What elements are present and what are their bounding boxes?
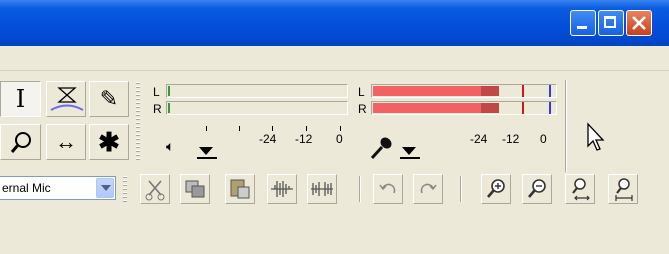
selection-tool-button[interactable]: I — [0, 81, 41, 117]
recording-tick-zero: 0 — [540, 132, 547, 146]
envelope-tool-button[interactable] — [46, 81, 86, 117]
menu-bar — [0, 46, 669, 71]
zoom-in-button[interactable] — [481, 174, 511, 204]
redo-icon — [420, 183, 437, 194]
zoom-out-icon — [528, 179, 546, 198]
playback-tick-minus12: -12 — [295, 132, 313, 146]
playback-right-label: R — [153, 102, 162, 116]
timeshift-tool-button[interactable]: ↔ — [46, 124, 86, 160]
playback-left-meter — [166, 84, 348, 98]
copy-button[interactable] — [180, 174, 210, 204]
zoom-tool-button[interactable] — [0, 124, 41, 160]
zoom-in-icon — [487, 179, 505, 198]
toolbar-divider — [565, 80, 566, 172]
recording-left-meter — [371, 84, 557, 98]
recording-right-label: R — [358, 102, 367, 116]
pencil-icon: ✎ — [99, 86, 119, 111]
double-arrow-icon: ↔ — [55, 129, 77, 154]
edit-divider-1 — [359, 176, 360, 202]
close-button[interactable] — [626, 10, 652, 36]
minimize-icon — [577, 26, 587, 29]
chevron-down-icon — [402, 147, 416, 155]
microphone-icon — [370, 137, 392, 160]
paste-button[interactable] — [225, 174, 255, 204]
close-icon — [632, 16, 646, 30]
multi-tool-button[interactable]: ✱ — [89, 124, 129, 160]
input-source-dropdown-button[interactable] — [96, 178, 114, 198]
fit-selection-button[interactable] — [565, 174, 595, 204]
chevron-down-icon — [101, 185, 111, 191]
redo-button[interactable] — [413, 174, 443, 204]
undo-button[interactable] — [373, 174, 403, 204]
ibeam-icon: I — [15, 85, 26, 113]
edit-toolbar-grip[interactable] — [123, 176, 127, 202]
zoom-out-button[interactable] — [522, 174, 552, 204]
cut-button[interactable] — [140, 174, 170, 204]
maximize-button[interactable] — [598, 10, 624, 36]
envelope-icon — [50, 87, 84, 111]
silence-icon — [311, 182, 333, 196]
fit-project-button[interactable] — [608, 174, 638, 204]
asterisk-icon: ✱ — [98, 126, 120, 157]
edit-divider-2 — [460, 176, 461, 202]
playback-left-label: L — [153, 85, 160, 99]
recording-tick-minus12: -12 — [502, 132, 520, 146]
speaker-icon: 🔈︎ — [166, 138, 175, 154]
meter-toolbar-grip[interactable] — [136, 82, 140, 162]
input-source-select[interactable]: ernal Mic — [0, 176, 116, 200]
playback-tick-minus24: -24 — [259, 132, 277, 146]
mouse-pointer-icon — [587, 122, 605, 151]
playback-volume-dropdown[interactable] — [193, 142, 221, 162]
minimize-button[interactable] — [570, 10, 596, 36]
playback-tick-zero: 0 — [336, 132, 343, 146]
paste-icon — [230, 179, 250, 199]
fit-selection-icon — [572, 178, 590, 201]
window-titlebar[interactable] — [0, 0, 669, 46]
playback-scale — [166, 117, 348, 131]
undo-icon — [379, 183, 396, 194]
playback-right-meter — [166, 101, 348, 115]
recording-tick-minus24: -24 — [470, 132, 488, 146]
trim-button[interactable] — [267, 174, 297, 204]
recording-left-label: L — [358, 85, 365, 99]
silence-button[interactable] — [307, 174, 337, 204]
fit-project-icon — [615, 178, 633, 201]
draw-tool-button[interactable]: ✎ — [89, 81, 129, 117]
input-source-value: ernal Mic — [2, 181, 51, 195]
cut-icon — [145, 180, 165, 201]
recording-volume-dropdown[interactable] — [396, 142, 424, 162]
copy-icon — [185, 180, 205, 198]
maximize-icon — [604, 16, 616, 28]
recording-right-meter — [371, 101, 557, 115]
trim-icon — [271, 181, 293, 197]
chevron-down-icon — [199, 147, 213, 155]
magnifier-icon — [10, 132, 31, 153]
